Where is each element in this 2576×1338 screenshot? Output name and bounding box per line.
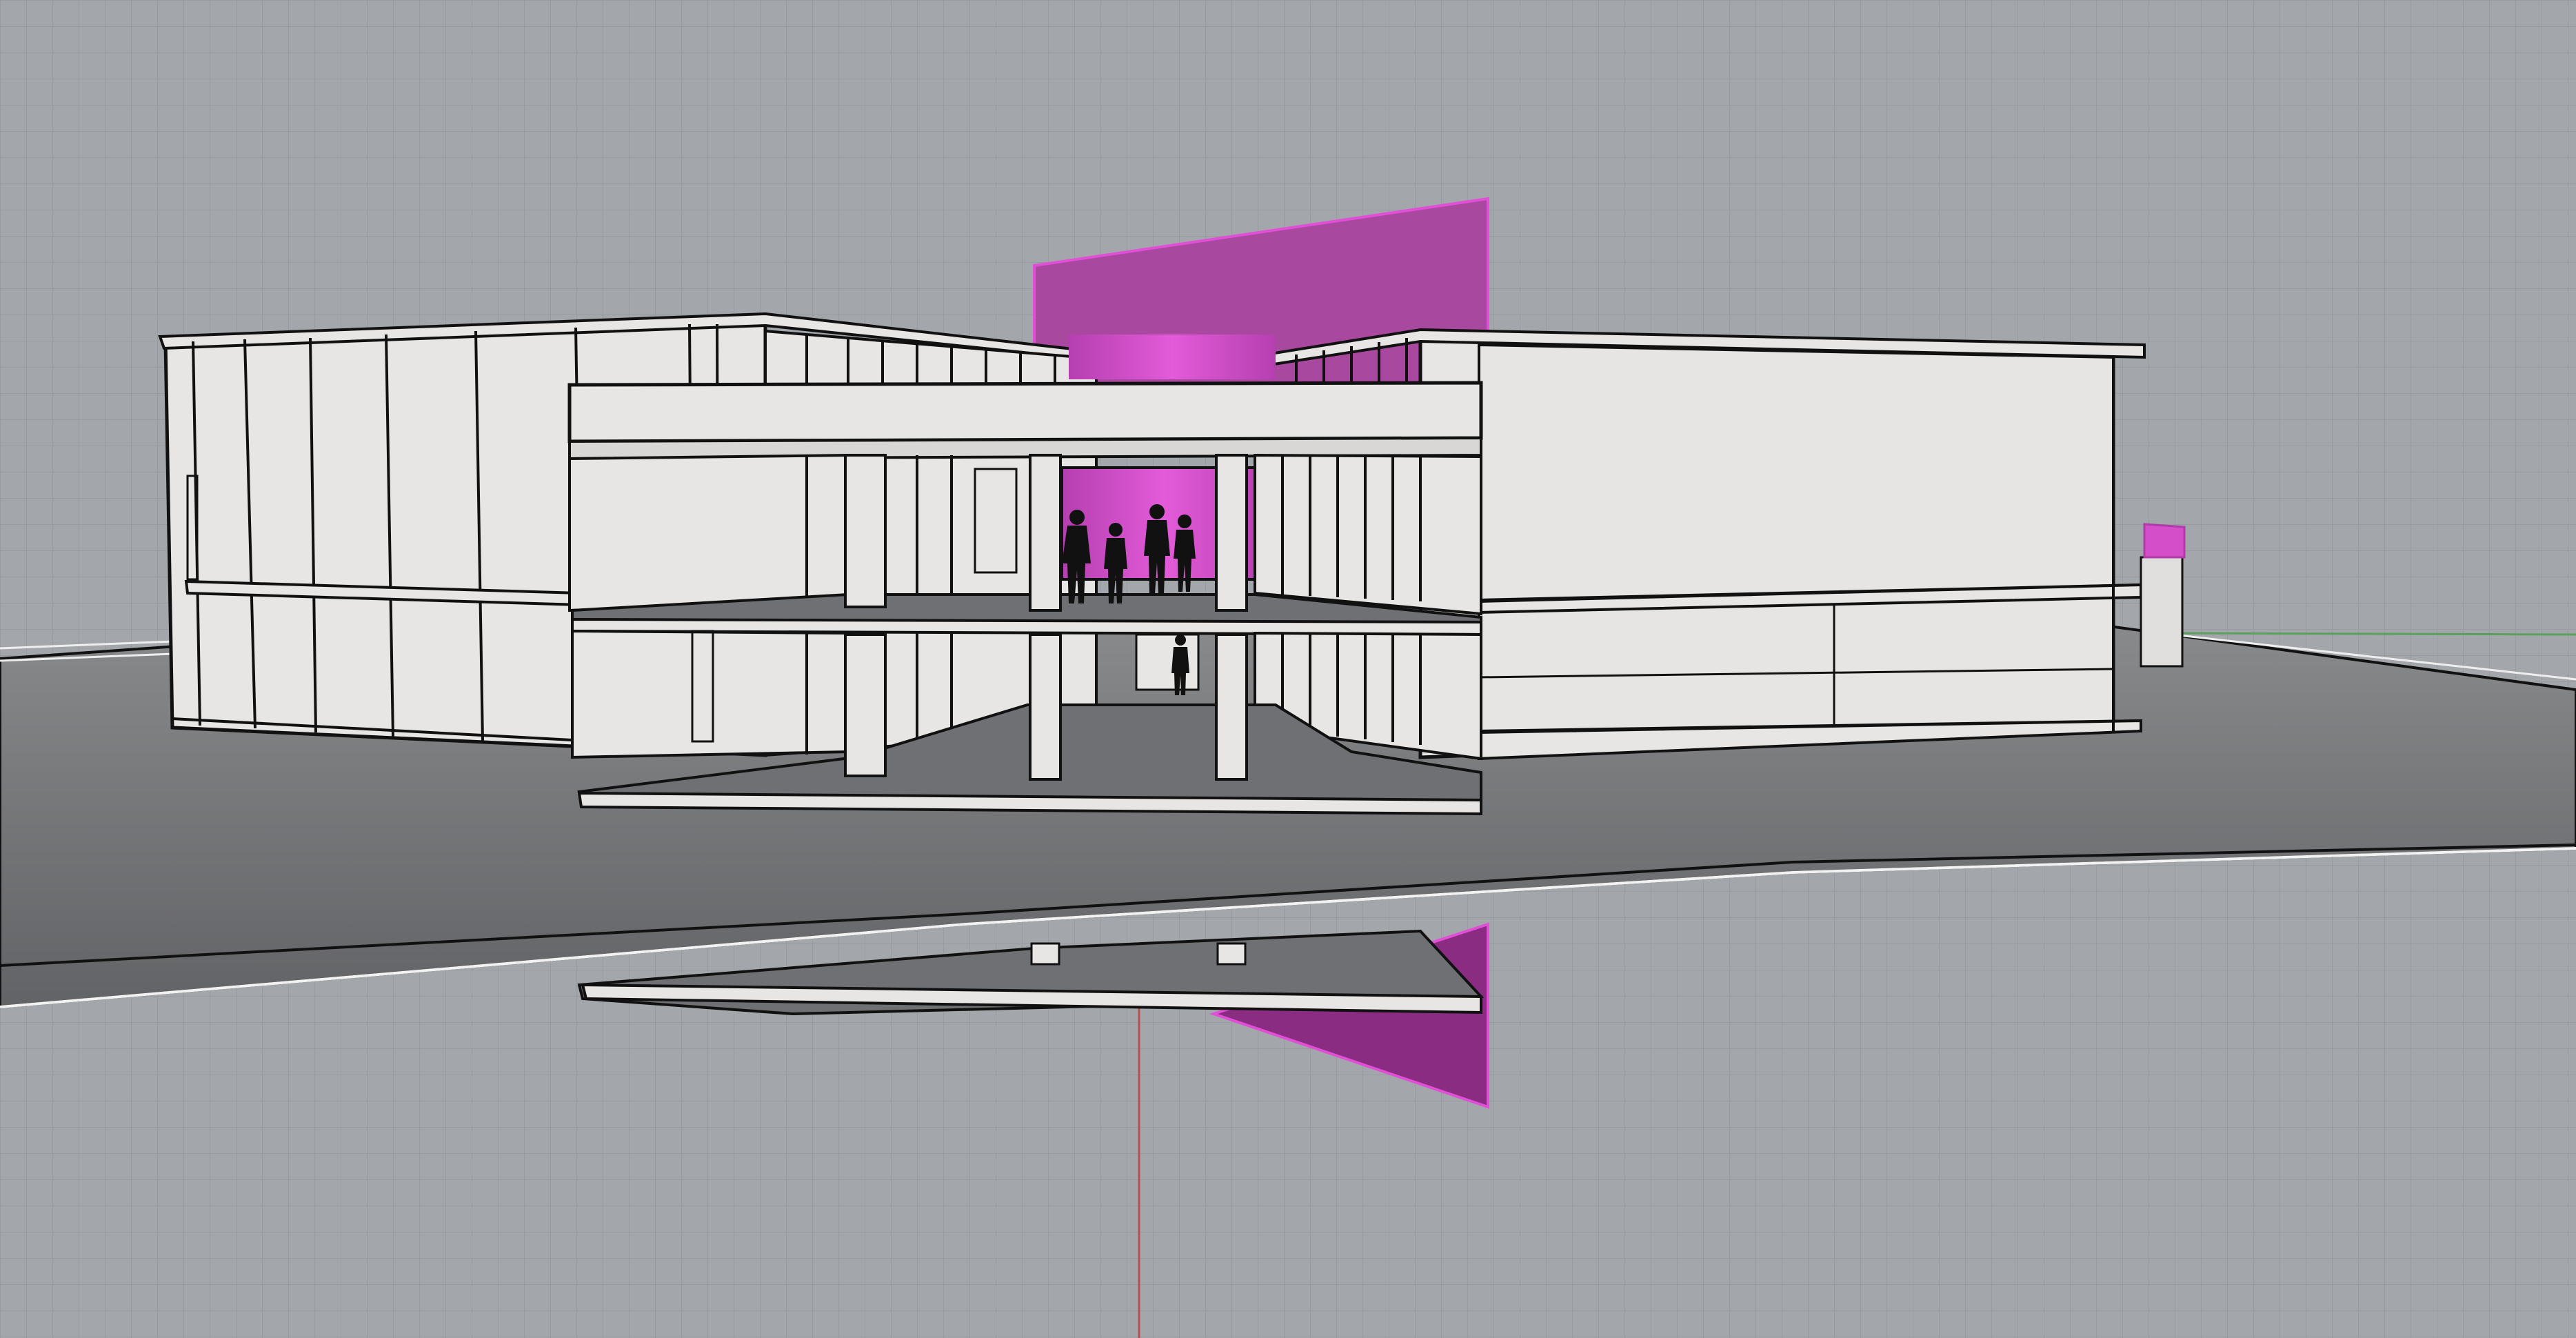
y-axis-line: [2151, 632, 2576, 636]
model-canvas[interactable]: [0, 0, 2576, 1338]
rhino-perspective-viewport[interactable]: [0, 0, 2576, 1338]
upper-frame: [567, 381, 1483, 461]
